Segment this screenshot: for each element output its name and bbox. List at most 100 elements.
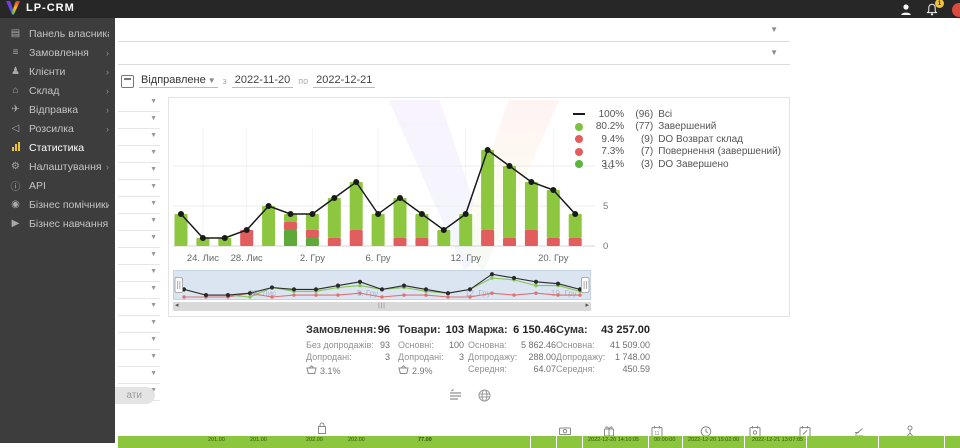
line-point[interactable] xyxy=(550,187,556,193)
line-point[interactable] xyxy=(397,195,403,201)
sidebar-item-megaphone[interactable]: ◁Розсилка› xyxy=(0,119,115,138)
side-filter-select[interactable]: ▼ xyxy=(118,316,160,333)
side-filter-select[interactable]: ▼ xyxy=(118,248,160,265)
line-point[interactable] xyxy=(222,235,228,241)
line-point[interactable] xyxy=(375,211,381,217)
side-filter-select[interactable]: ▼ xyxy=(118,95,160,112)
bar-segment-returns[interactable] xyxy=(525,230,538,246)
chart-navigator[interactable]: 28. Лис5. Гру12. Гру19. Гру xyxy=(173,270,591,300)
date-type-dropdown[interactable]: Відправлене▼ xyxy=(139,74,218,88)
summary-block: Товари:103Основні:100Допродані:32.9% xyxy=(398,324,464,377)
line-point[interactable] xyxy=(331,195,337,201)
top-filter-select-2[interactable]: ▼ xyxy=(118,43,790,65)
line-point[interactable] xyxy=(441,227,447,233)
sidebar-item-statistics[interactable]: Статистика xyxy=(0,138,115,157)
sidebar-item-assistants[interactable]: ◉Бізнес помічники xyxy=(0,195,115,214)
sidebar-item-api[interactable]: ⓘAPI xyxy=(0,176,115,195)
bar-segment-zavershenyi[interactable] xyxy=(372,214,385,246)
scrollbar-grip[interactable]: ||| xyxy=(378,302,386,311)
sidebar-item-shipping[interactable]: ✈Відправка› xyxy=(0,100,115,119)
bar-segment-do_zaversheno[interactable] xyxy=(284,230,297,246)
sidebar-item-settings[interactable]: ⚙Налаштування› xyxy=(0,157,115,176)
side-filter-select[interactable]: ▼ xyxy=(118,231,160,248)
bar-segment-returns[interactable] xyxy=(306,230,319,238)
bar-segment-returns[interactable] xyxy=(284,222,297,230)
bar-segment-returns[interactable] xyxy=(569,238,582,246)
side-filter-select[interactable]: ▼ xyxy=(118,282,160,299)
navigator-right-handle[interactable] xyxy=(582,278,590,293)
line-point[interactable] xyxy=(485,147,491,153)
line-point[interactable] xyxy=(309,211,315,217)
side-filter-select[interactable]: ▼ xyxy=(118,163,160,180)
line-point[interactable] xyxy=(200,235,206,241)
side-filter-select[interactable]: ▼ xyxy=(118,180,160,197)
side-filter-select[interactable]: ▼ xyxy=(118,129,160,146)
settings-icon: ⚙ xyxy=(8,161,23,172)
navigator-total-line-point xyxy=(402,284,406,288)
bar-segment-zavershenyi[interactable] xyxy=(328,198,341,238)
navigator-left-handle[interactable] xyxy=(175,278,183,293)
globe-icon[interactable] xyxy=(477,388,493,404)
line-point[interactable] xyxy=(528,179,534,185)
upsell-percent: 3.1% xyxy=(320,366,341,376)
top-filter-select-1[interactable]: ▼ xyxy=(118,20,790,42)
line-point[interactable] xyxy=(178,211,184,217)
side-filter-select[interactable]: ▼ xyxy=(118,197,160,214)
upsell-percent: 2.9% xyxy=(412,366,433,376)
side-filter-select[interactable]: ▼ xyxy=(118,333,160,350)
logout-icon[interactable] xyxy=(950,1,960,17)
bar-segment-returns[interactable] xyxy=(328,238,341,246)
bar-segment-returns[interactable] xyxy=(503,238,516,246)
legend-item[interactable]: 100%(96)Всі xyxy=(572,108,781,121)
line-point[interactable] xyxy=(572,211,578,217)
user-icon[interactable] xyxy=(898,1,914,17)
legend-item[interactable]: 9.4%(9)DO Возврат склад xyxy=(572,133,781,146)
export-menu-icon[interactable] xyxy=(448,388,464,404)
legend-item[interactable]: 7.3%(7)Повернення (завершений) xyxy=(572,146,781,159)
bar-segment-zavershenyi[interactable] xyxy=(569,214,582,238)
sidebar-item-clients[interactable]: ♟Клієнти› xyxy=(0,62,115,81)
bar-segment-returns[interactable] xyxy=(394,238,407,246)
side-filter-select[interactable]: ▼ xyxy=(118,350,160,367)
line-point[interactable] xyxy=(353,179,359,185)
chart-scrollbar[interactable]: ◂ ||| ▸ xyxy=(173,302,591,311)
line-point[interactable] xyxy=(507,163,513,169)
x-axis-tick-label: 28. Лис xyxy=(231,253,263,264)
bar-segment-zavershenyi[interactable] xyxy=(394,198,407,238)
sidebar-item-training[interactable]: ▶Бізнес навчання xyxy=(0,214,115,233)
scroll-right-icon[interactable]: ▸ xyxy=(585,301,589,309)
side-filter-select[interactable]: ▼ xyxy=(118,214,160,231)
summary-sub-value: 3 xyxy=(385,351,390,363)
sidebar-item-dashboard[interactable]: ▤Панель власника xyxy=(0,24,115,43)
line-point[interactable] xyxy=(463,211,469,217)
bar-segment-zavershenyi[interactable] xyxy=(525,182,538,230)
bar-segment-returns[interactable] xyxy=(547,238,560,246)
line-point[interactable] xyxy=(419,211,425,217)
line-point[interactable] xyxy=(288,211,294,217)
sidebar-item-orders[interactable]: ≡Замовлення› xyxy=(0,43,115,62)
side-filter-select[interactable]: ▼ xyxy=(118,299,160,316)
side-filter-select[interactable]: ▼ xyxy=(118,367,160,384)
bar-segment-returns[interactable] xyxy=(481,230,494,246)
notifications-bell-icon[interactable]: 1 xyxy=(924,1,940,17)
table-row[interactable]: 201.00201.00202.00202.0077.002022-12-20 … xyxy=(118,436,960,448)
sidebar-item-warehouse[interactable]: ⌂Склад› xyxy=(0,81,115,100)
scroll-left-icon[interactable]: ◂ xyxy=(175,301,179,309)
line-point[interactable] xyxy=(244,227,250,233)
navigator-total-line-point xyxy=(446,291,450,295)
bar-segment-zavershenyi[interactable] xyxy=(503,166,516,238)
bar-segment-returns[interactable] xyxy=(350,230,363,246)
bar-segment-zavershenyi[interactable] xyxy=(547,190,560,238)
line-point[interactable] xyxy=(266,203,272,209)
date-to-input[interactable]: 2022-12-21 xyxy=(313,74,375,88)
legend-item[interactable]: 3.1%(3)DO Завершено xyxy=(572,158,781,171)
bar-segment-do_zaversheno[interactable] xyxy=(306,238,319,246)
bar-segment-zavershenyi[interactable] xyxy=(459,214,472,246)
main-chart[interactable]: 051024. Лис28. Лис2. Гру6. Гру12. Гру20.… xyxy=(173,104,625,268)
legend-item[interactable]: 80.2%(77)Завершений xyxy=(572,121,781,134)
side-filter-select[interactable]: ▼ xyxy=(118,112,160,129)
date-from-input[interactable]: 2022-11-20 xyxy=(232,74,293,88)
side-filter-select[interactable]: ▼ xyxy=(118,265,160,282)
side-filter-select[interactable]: ▼ xyxy=(118,146,160,163)
bar-segment-returns[interactable] xyxy=(415,238,428,246)
